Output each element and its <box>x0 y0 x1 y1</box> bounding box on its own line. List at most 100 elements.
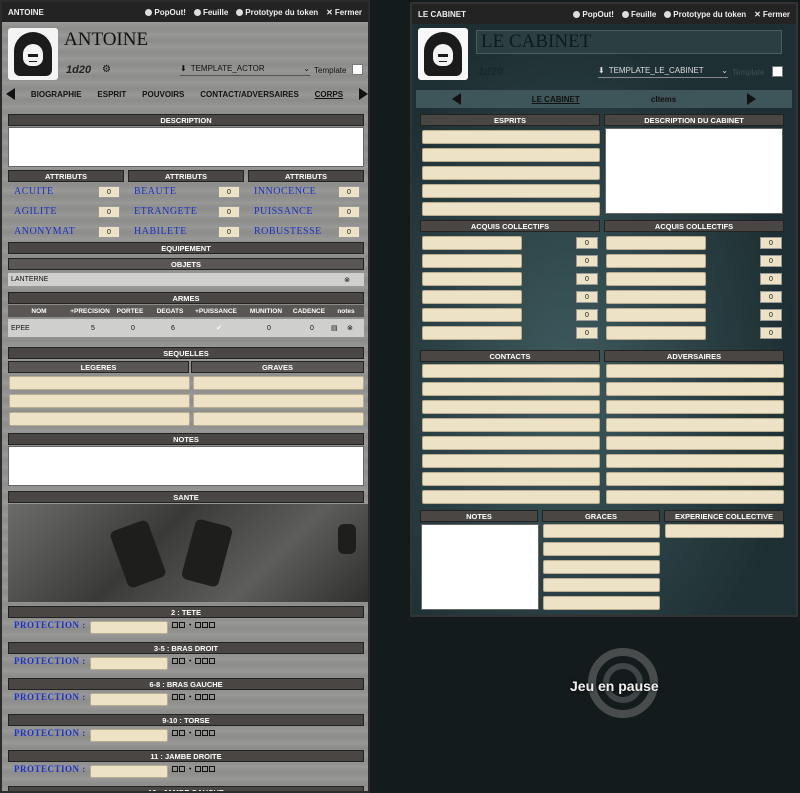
spirit-field[interactable] <box>422 148 600 162</box>
template-select[interactable]: ⬇ TEMPLATE_ACTOR ⌄ <box>180 62 310 76</box>
attribute-value[interactable]: 0 <box>338 186 360 198</box>
asset-value[interactable]: 0 <box>576 255 598 267</box>
wound-boxes[interactable]: • <box>172 658 216 665</box>
asset-field[interactable] <box>422 290 522 304</box>
attribute-value[interactable]: 0 <box>98 206 120 218</box>
grace-field[interactable] <box>543 560 660 574</box>
attribute-value[interactable]: 0 <box>338 206 360 218</box>
contact-field[interactable] <box>422 454 600 468</box>
contact-field[interactable] <box>606 436 784 450</box>
asset-value[interactable]: 0 <box>576 327 598 339</box>
contact-field[interactable] <box>422 418 600 432</box>
close-button[interactable]: ✕ Fermer <box>754 10 790 19</box>
template-checkbox[interactable] <box>772 66 783 77</box>
tab-esprit[interactable]: ESPRIT <box>97 90 126 99</box>
asset-value[interactable]: 0 <box>760 327 782 339</box>
token-config-button[interactable]: Prototype du token <box>664 10 746 19</box>
template-select[interactable]: ⬇ TEMPLATE_LE_CABINET ⌄ <box>598 64 728 78</box>
contact-field[interactable] <box>422 364 600 378</box>
grace-field[interactable] <box>543 542 660 556</box>
contact-field[interactable] <box>606 364 784 378</box>
spirit-field[interactable] <box>422 130 600 144</box>
asset-value[interactable]: 0 <box>576 273 598 285</box>
actor-name[interactable]: ANTOINE <box>64 29 148 51</box>
attribute-value[interactable]: 0 <box>218 186 240 198</box>
spirit-field[interactable] <box>422 184 600 198</box>
attribute-value[interactable]: 0 <box>98 186 120 198</box>
sheet-config-button[interactable]: Feuille <box>621 10 656 19</box>
template-checkbox[interactable] <box>352 64 363 75</box>
asset-value[interactable]: 0 <box>760 291 782 303</box>
popout-button[interactable]: PopOut! <box>145 8 186 17</box>
asset-field[interactable] <box>606 326 706 340</box>
wound-boxes[interactable]: • <box>172 622 216 629</box>
asset-field[interactable] <box>606 290 706 304</box>
wound-boxes[interactable]: • <box>172 766 216 773</box>
spirit-field[interactable] <box>422 202 600 216</box>
asset-field[interactable] <box>606 236 706 250</box>
attribute-value[interactable]: 0 <box>218 226 240 238</box>
actor-portrait[interactable] <box>8 28 58 80</box>
cabinet-description-field[interactable] <box>605 128 783 214</box>
tab-left-arrow-icon[interactable] <box>451 93 461 105</box>
dice-formula[interactable]: 1d20 <box>66 64 91 76</box>
contact-field[interactable] <box>606 472 784 486</box>
dice-formula[interactable]: 1d20 <box>478 66 503 78</box>
light-sequel-field[interactable] <box>9 394 190 408</box>
wound-boxes[interactable]: • <box>172 730 216 737</box>
asset-field[interactable] <box>422 254 522 268</box>
tab-right-arrow-icon[interactable] <box>358 88 368 100</box>
light-sequel-field[interactable] <box>9 412 190 426</box>
close-button[interactable]: ✕ Fermer <box>326 8 362 17</box>
grace-field[interactable] <box>543 578 660 592</box>
wound-boxes[interactable]: • <box>172 694 216 701</box>
asset-value[interactable]: 0 <box>576 309 598 321</box>
protection-field[interactable] <box>90 693 168 706</box>
asset-value[interactable]: 0 <box>576 291 598 303</box>
token-config-button[interactable]: Prototype du token <box>236 8 318 17</box>
asset-field[interactable] <box>422 272 522 286</box>
object-row[interactable]: LANTERNE ⊗ <box>8 273 364 286</box>
tab-cabinet[interactable]: LE CABINET <box>532 95 580 104</box>
light-sequel-field[interactable] <box>9 376 190 390</box>
cabinet-portrait[interactable] <box>418 28 468 80</box>
spirit-field[interactable] <box>422 166 600 180</box>
contact-field[interactable] <box>606 454 784 468</box>
severe-sequel-field[interactable] <box>193 412 364 426</box>
asset-field[interactable] <box>422 308 522 322</box>
tab-right-arrow-icon[interactable] <box>747 93 757 105</box>
tab-left-arrow-icon[interactable] <box>6 88 15 100</box>
dice-icon[interactable]: ⚙ <box>102 64 111 75</box>
contact-field[interactable] <box>422 382 600 396</box>
asset-field[interactable] <box>606 272 706 286</box>
contact-field[interactable] <box>606 490 784 504</box>
contact-field[interactable] <box>606 382 784 396</box>
sheet-config-button[interactable]: Feuille <box>193 8 228 17</box>
contact-field[interactable] <box>606 400 784 414</box>
notes-field[interactable] <box>8 446 364 486</box>
asset-field[interactable] <box>606 254 706 268</box>
description-field[interactable] <box>8 127 364 167</box>
grace-field[interactable] <box>543 596 660 610</box>
tab-pouvoirs[interactable]: POUVOIRS <box>142 90 184 99</box>
popout-button[interactable]: PopOut! <box>573 10 614 19</box>
tab-citems[interactable]: cItems <box>651 95 676 104</box>
tab-contact[interactable]: CONTACT/ADVERSAIRES <box>200 90 299 99</box>
asset-value[interactable]: 0 <box>576 237 598 249</box>
attribute-value[interactable]: 0 <box>338 226 360 238</box>
asset-field[interactable] <box>422 326 522 340</box>
contact-field[interactable] <box>606 418 784 432</box>
contact-field[interactable] <box>422 472 600 486</box>
weapon-row[interactable]: EPEE 5 0 6 ✔ 0 0 ▤ ⊗ <box>8 319 364 337</box>
tab-corps[interactable]: CORPS <box>315 90 343 99</box>
grace-field[interactable] <box>543 524 660 538</box>
protection-field[interactable] <box>90 621 168 634</box>
cabinet-name[interactable]: LE CABINET <box>476 30 782 54</box>
attribute-value[interactable]: 0 <box>218 206 240 218</box>
severe-sequel-field[interactable] <box>193 376 364 390</box>
contact-field[interactable] <box>422 436 600 450</box>
asset-value[interactable]: 0 <box>760 309 782 321</box>
protection-field[interactable] <box>90 729 168 742</box>
experience-field[interactable] <box>665 524 784 538</box>
asset-value[interactable]: 0 <box>760 273 782 285</box>
